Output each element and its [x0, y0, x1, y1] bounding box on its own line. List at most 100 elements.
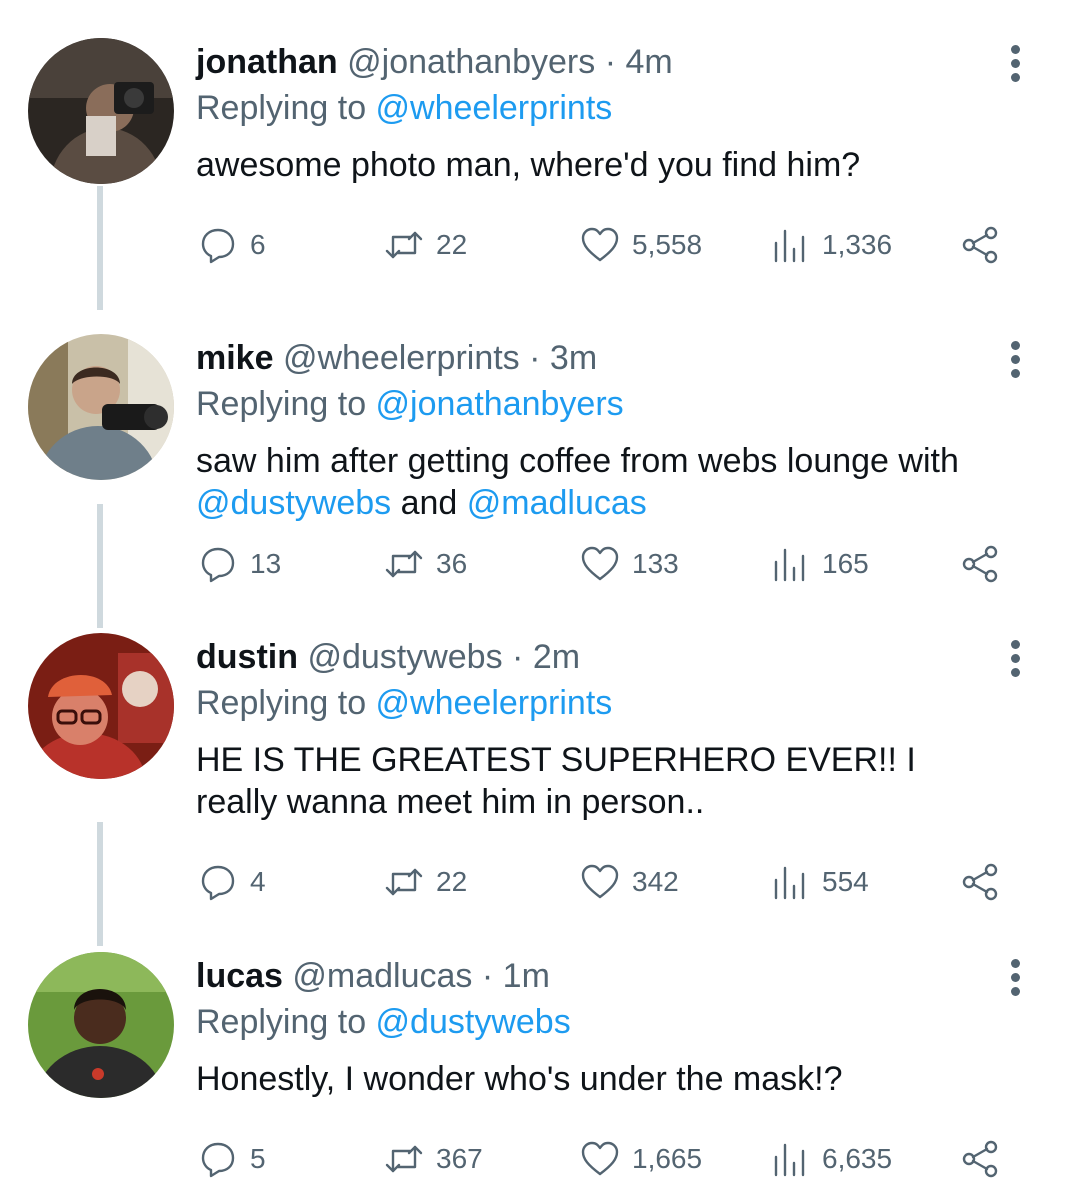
tweet-text-body: awesome photo man, where'd you find him?: [196, 146, 861, 184]
separator-dot: ·: [502, 638, 533, 676]
retweet-count: 367: [436, 1143, 483, 1174]
reply-icon: [201, 865, 235, 901]
like-button[interactable]: 342: [580, 857, 679, 907]
views-count: 165: [822, 548, 869, 579]
replying-to: Replying to @dustywebs: [196, 1000, 571, 1044]
action-bar: 6 22 5,558 1,336: [196, 220, 1016, 270]
handle[interactable]: @madlucas: [292, 957, 472, 995]
views-count: 6,635: [822, 1143, 893, 1174]
more-icon: [1010, 640, 1020, 649]
heart-icon: [581, 546, 619, 581]
handle[interactable]: @dustywebs: [307, 638, 502, 676]
views-button[interactable]: 165: [770, 539, 869, 589]
action-bar: 4 22 342 554: [196, 857, 1016, 907]
display-name[interactable]: dustin: [196, 638, 298, 676]
reply-count: 13: [250, 548, 282, 579]
views-button[interactable]: 554: [770, 857, 869, 907]
replying-to-link[interactable]: @dustywebs: [376, 1003, 571, 1041]
timestamp[interactable]: 4m: [625, 43, 672, 81]
more-icon: [1010, 45, 1020, 54]
views-button[interactable]: 6,635: [770, 1134, 892, 1184]
retweet-icon: [385, 1145, 423, 1173]
like-button[interactable]: 133: [580, 539, 679, 589]
separator-dot: ·: [519, 339, 550, 377]
like-count: 1,665: [632, 1143, 703, 1174]
more-icon: [1010, 959, 1020, 968]
replying-to-link[interactable]: @wheelerprints: [376, 89, 613, 127]
avatar[interactable]: [28, 952, 174, 1098]
replying-to-link[interactable]: @wheelerprints: [376, 684, 613, 722]
like-count: 133: [632, 548, 679, 579]
timestamp[interactable]: 2m: [533, 638, 580, 676]
separator-dot: ·: [595, 43, 626, 81]
retweet-button[interactable]: 367: [384, 1134, 483, 1184]
views-icon: [774, 1143, 805, 1177]
like-count: 5,558: [632, 229, 703, 260]
heart-icon: [581, 227, 619, 262]
more-options-button[interactable]: [1000, 956, 1030, 1000]
share-button[interactable]: [960, 1134, 1000, 1184]
display-name[interactable]: lucas: [196, 957, 283, 995]
views-button[interactable]: 1,336: [770, 220, 892, 270]
tweet-dustin[interactable]: dustin @dustywebs · 2m Replying to @whee…: [0, 595, 1074, 915]
like-button[interactable]: 5,558: [580, 220, 702, 270]
reply-count: 5: [250, 1143, 266, 1174]
retweet-button[interactable]: 22: [384, 857, 467, 907]
mention-link[interactable]: @madlucas: [467, 484, 647, 522]
more-options-button[interactable]: [1000, 42, 1030, 86]
tweet-mike[interactable]: mike @wheelerprints · 3m Replying to @jo…: [0, 296, 1074, 616]
reply-icon: [201, 1142, 235, 1178]
reply-count: 6: [250, 229, 266, 260]
avatar[interactable]: [28, 633, 174, 779]
share-button[interactable]: [960, 857, 1000, 907]
reply-count: 4: [250, 866, 266, 897]
tweet-text-and: and: [391, 484, 467, 522]
share-icon: [962, 545, 998, 583]
tweet-text: Honestly, I wonder who's under the mask!…: [196, 1058, 1016, 1100]
replying-to-link[interactable]: @jonathanbyers: [376, 385, 624, 423]
retweet-button[interactable]: 22: [384, 220, 467, 270]
more-icon: [1010, 341, 1020, 350]
tweet-header: lucas @madlucas · 1m: [196, 954, 550, 998]
share-icon: [962, 1140, 998, 1178]
reply-button[interactable]: 4: [198, 857, 266, 907]
tweet-text-body: Honestly, I wonder who's under the mask!…: [196, 1060, 843, 1098]
reply-icon: [201, 547, 235, 583]
share-button[interactable]: [960, 539, 1000, 589]
reply-button[interactable]: 5: [198, 1134, 266, 1184]
like-button[interactable]: 1,665: [580, 1134, 702, 1184]
handle[interactable]: @wheelerprints: [283, 339, 520, 377]
reply-icon: [201, 228, 235, 264]
mention-link[interactable]: @dustywebs: [196, 484, 391, 522]
tweet-text-body: HE IS THE GREATEST SUPERHERO EVER!! I re…: [196, 741, 916, 821]
replying-label: Replying to: [196, 385, 376, 423]
handle[interactable]: @jonathanbyers: [347, 43, 595, 81]
avatar[interactable]: [28, 38, 174, 184]
views-icon: [774, 866, 805, 900]
reply-button[interactable]: 13: [198, 539, 281, 589]
replying-to: Replying to @wheelerprints: [196, 86, 612, 130]
reply-button[interactable]: 6: [198, 220, 266, 270]
display-name[interactable]: mike: [196, 339, 274, 377]
timestamp[interactable]: 1m: [503, 957, 550, 995]
tweet-lucas[interactable]: lucas @madlucas · 1m Replying to @dustyw…: [0, 914, 1074, 1200]
more-options-button[interactable]: [1000, 637, 1030, 681]
separator-dot: ·: [472, 957, 503, 995]
action-bar: 13 36 133 165: [196, 539, 1016, 589]
retweet-button[interactable]: 36: [384, 539, 467, 589]
views-icon: [774, 548, 805, 582]
replying-label: Replying to: [196, 1003, 376, 1041]
share-button[interactable]: [960, 220, 1000, 270]
more-options-button[interactable]: [1000, 338, 1030, 382]
avatar[interactable]: [28, 334, 174, 480]
replying-to: Replying to @wheelerprints: [196, 681, 612, 725]
views-count: 1,336: [822, 229, 893, 260]
display-name[interactable]: jonathan: [196, 43, 338, 81]
timestamp[interactable]: 3m: [550, 339, 597, 377]
tweet-jonathan[interactable]: jonathan @jonathanbyers · 4m Replying to…: [0, 0, 1074, 320]
views-icon: [774, 229, 805, 263]
views-count: 554: [822, 866, 869, 897]
like-count: 342: [632, 866, 679, 897]
tweet-text: awesome photo man, where'd you find him?: [196, 144, 1016, 186]
action-bar: 5 367 1,665 6,635: [196, 1134, 1016, 1184]
